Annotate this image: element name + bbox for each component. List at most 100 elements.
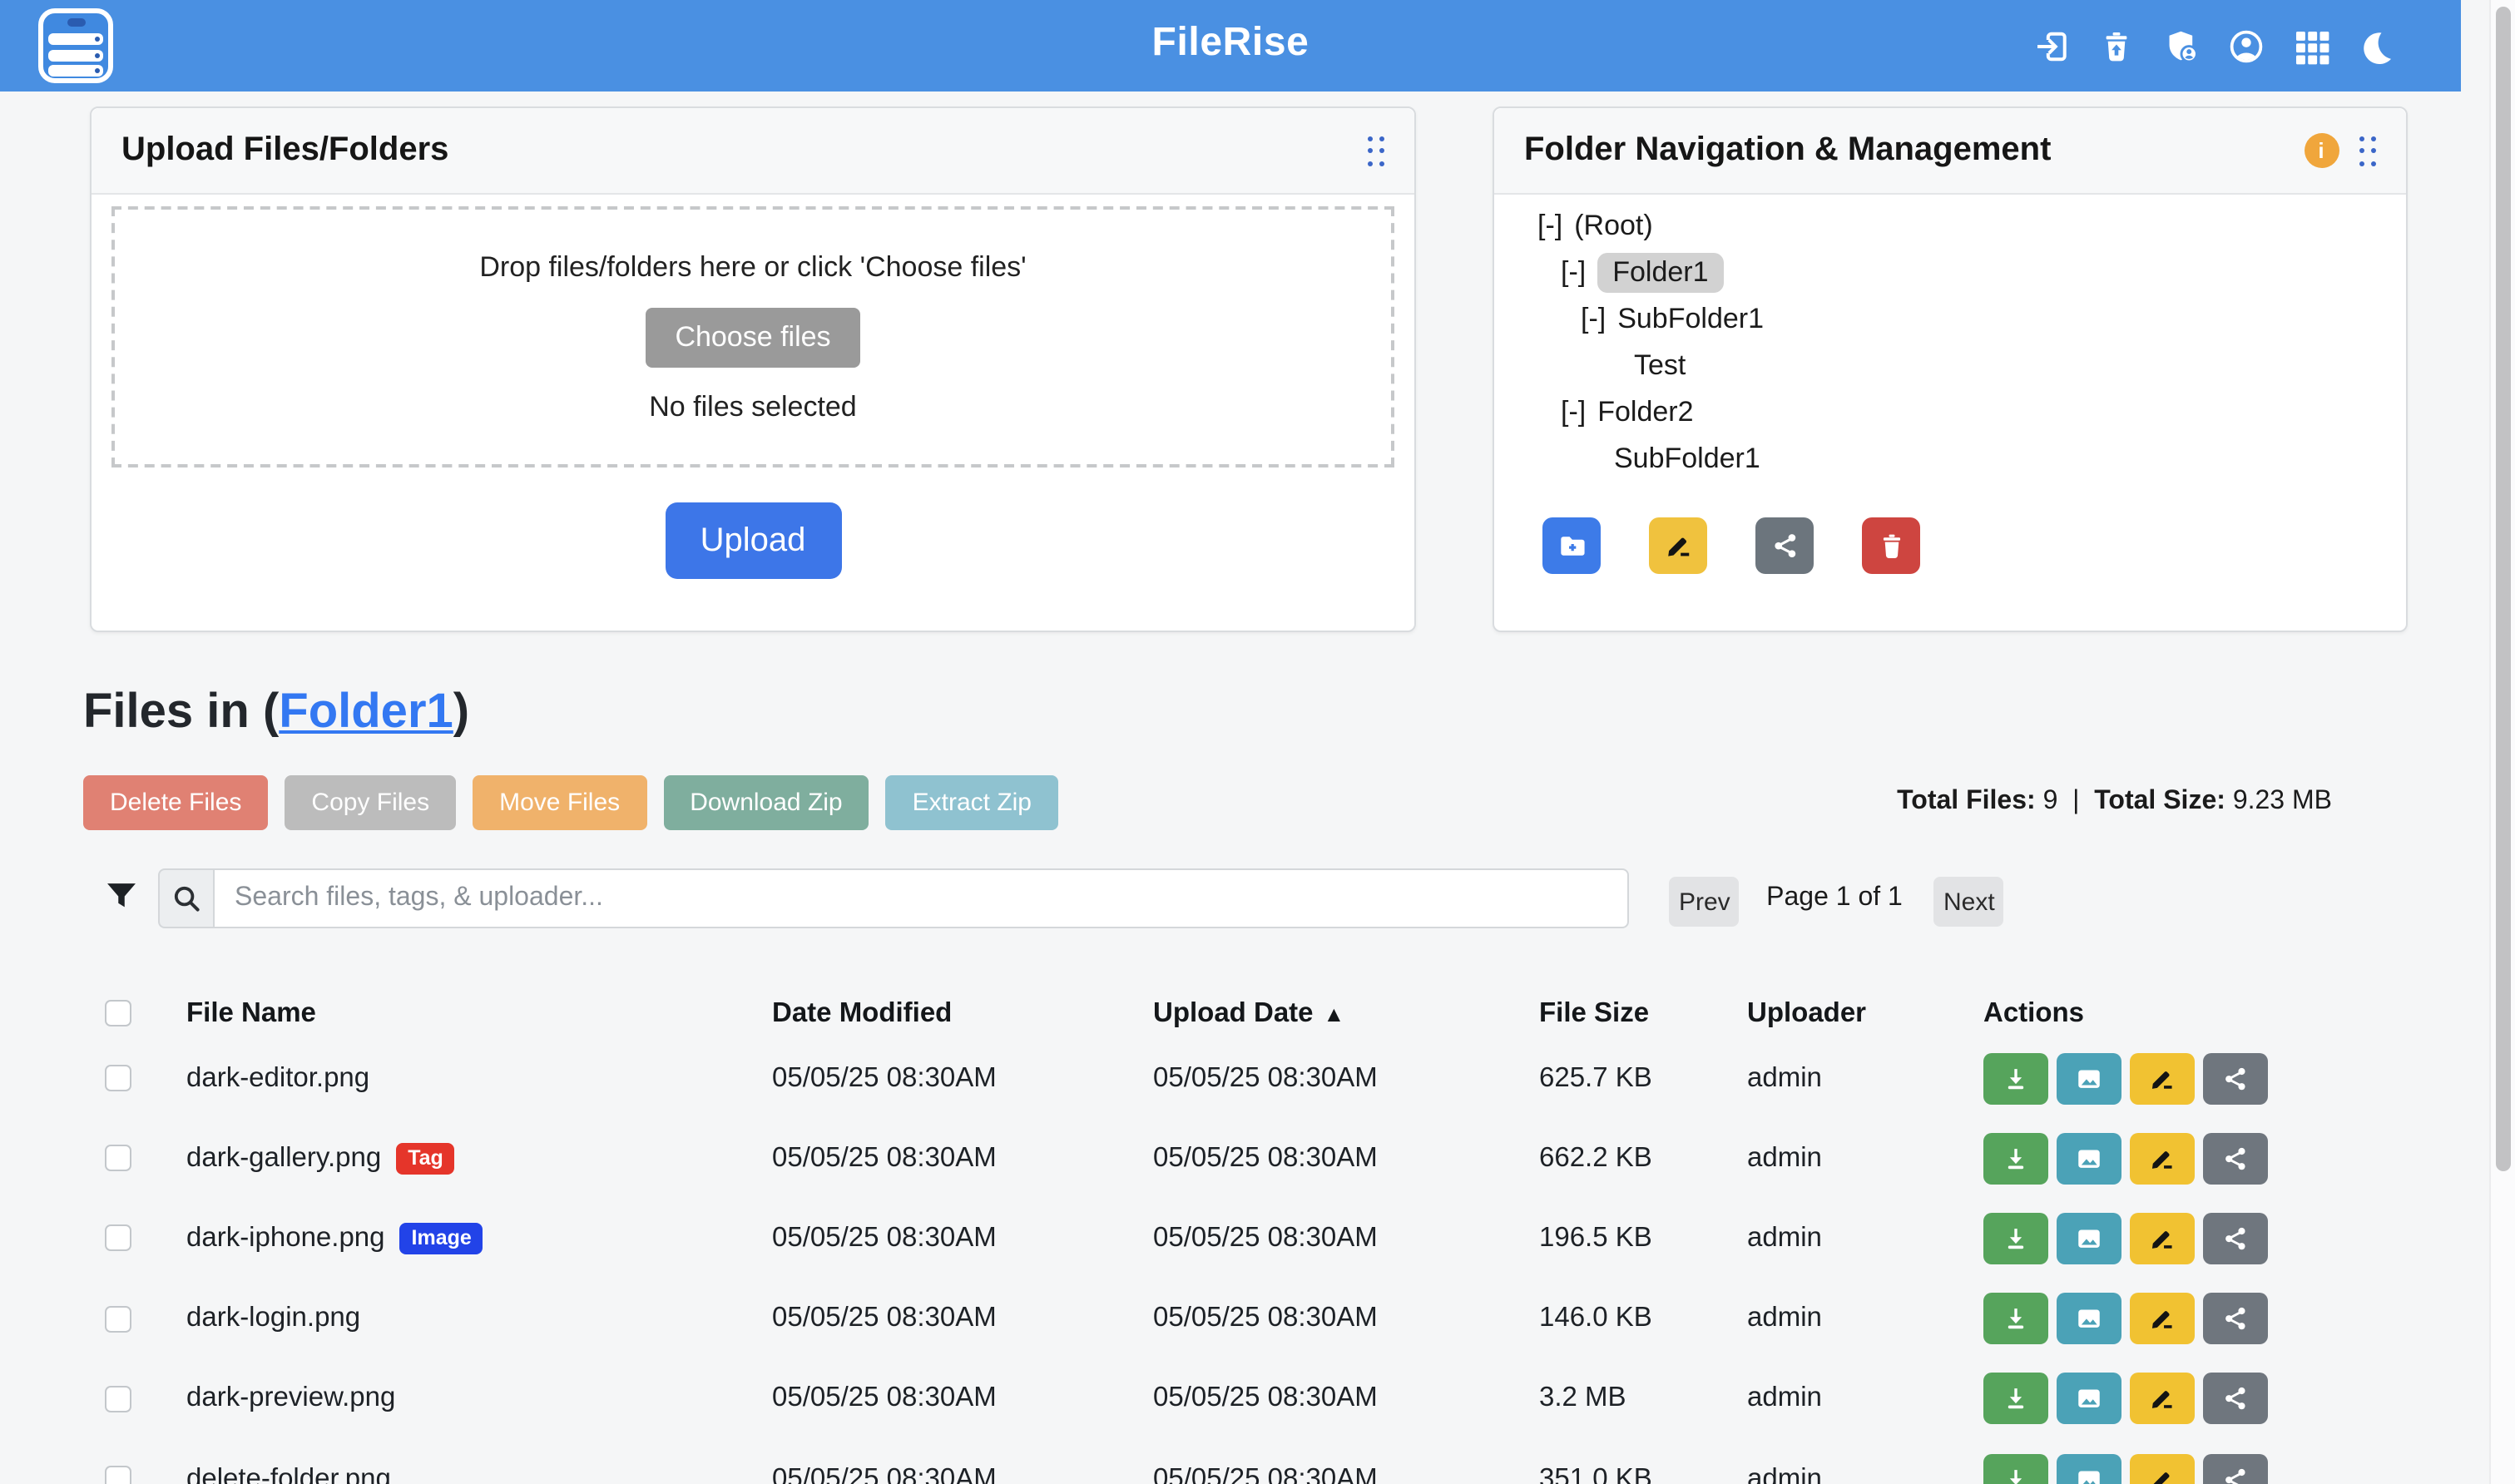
preview-image-button[interactable] — [2057, 1052, 2121, 1104]
filerise-app: FileRise Upload — [0, 0, 2515, 1484]
image-icon — [2075, 1224, 2103, 1253]
admin-shield-icon[interactable] — [2163, 27, 2200, 64]
info-icon[interactable]: i — [2304, 133, 2339, 168]
next-page-button[interactable]: Next — [1933, 877, 2003, 927]
drag-handle-icon[interactable] — [1367, 136, 1384, 166]
download-file-button[interactable] — [1983, 1453, 2048, 1484]
tree-toggle[interactable]: [-] — [1537, 210, 1562, 243]
row-checkbox[interactable] — [105, 1466, 131, 1484]
copy-files-button[interactable]: Copy Files — [285, 775, 456, 830]
share-file-button[interactable] — [2203, 1453, 2268, 1484]
file-name[interactable]: dark-gallery.png — [186, 1143, 381, 1175]
share-file-button[interactable] — [2203, 1213, 2268, 1264]
table-row: dark-editor.png 05/05/25 08:30AM 05/05/2… — [83, 1038, 2413, 1118]
delete-files-button[interactable]: Delete Files — [83, 775, 268, 830]
rename-folder-button[interactable] — [1649, 517, 1707, 574]
row-checkbox[interactable] — [105, 1065, 131, 1091]
edit-pencil-icon — [2148, 1304, 2176, 1333]
folder-actions — [1542, 517, 1920, 574]
total-files-value: 9 — [2043, 787, 2058, 815]
sort-asc-icon: ▲ — [1324, 1001, 1345, 1026]
share-file-button[interactable] — [2203, 1133, 2268, 1185]
file-name[interactable]: dark-login.png — [186, 1279, 360, 1358]
preview-image-button[interactable] — [2057, 1133, 2121, 1185]
upload-button[interactable]: Upload — [665, 502, 841, 579]
preview-image-button[interactable] — [2057, 1453, 2121, 1484]
col-file-name[interactable]: File Name — [186, 988, 316, 1038]
download-icon — [2002, 1145, 2030, 1173]
row-checkbox[interactable] — [105, 1305, 131, 1332]
tree-item-subfolder1[interactable]: [-] SubFolder1 — [1494, 296, 2406, 343]
scrollbar-thumb[interactable] — [2496, 7, 2511, 1171]
current-folder-link[interactable]: Folder1 — [279, 685, 453, 739]
image-icon — [2075, 1304, 2103, 1333]
share-file-button[interactable] — [2203, 1052, 2268, 1104]
preview-image-button[interactable] — [2057, 1213, 2121, 1264]
download-icon — [2002, 1465, 2030, 1484]
download-file-button[interactable] — [1983, 1133, 2048, 1185]
share-file-button[interactable] — [2203, 1373, 2268, 1425]
share-folder-button[interactable] — [1755, 517, 1814, 574]
file-name[interactable]: dark-iphone.png — [186, 1223, 385, 1254]
rename-file-button[interactable] — [2130, 1052, 2195, 1104]
rename-file-button[interactable] — [2130, 1293, 2195, 1344]
drag-handle-icon[interactable] — [2359, 136, 2376, 166]
choose-files-button[interactable]: Choose files — [645, 307, 860, 367]
rename-file-button[interactable] — [2130, 1373, 2195, 1425]
download-file-button[interactable] — [1983, 1293, 2048, 1344]
file-name[interactable]: dark-editor.png — [186, 1038, 369, 1118]
prev-page-button[interactable]: Prev — [1669, 877, 1739, 927]
row-checkbox[interactable] — [105, 1386, 131, 1412]
trash-restore-icon[interactable] — [2098, 27, 2135, 64]
share-file-button[interactable] — [2203, 1293, 2268, 1344]
create-folder-button[interactable] — [1542, 517, 1601, 574]
folder-tree: [-] (Root) [-] Folder1 [-] SubFolder1 Te… — [1494, 203, 2406, 482]
tree-item-subfolder1-2[interactable]: SubFolder1 — [1494, 436, 2406, 482]
download-zip-button[interactable]: Download Zip — [663, 775, 869, 830]
file-name[interactable]: delete-folder.png — [186, 1439, 391, 1484]
grid-view-icon[interactable] — [2293, 27, 2329, 64]
tree-item-folder2[interactable]: [-] Folder2 — [1494, 389, 2406, 436]
folder-card: Folder Navigation & Management i [-] (Ro… — [1493, 106, 2408, 632]
row-checkbox[interactable] — [105, 1145, 131, 1172]
row-checkbox[interactable] — [105, 1225, 131, 1252]
select-all-checkbox[interactable] — [105, 1000, 131, 1026]
user-profile-icon[interactable] — [2228, 27, 2265, 64]
download-file-button[interactable] — [1983, 1052, 2048, 1104]
topbar-icon-group — [2033, 0, 2394, 92]
filter-icon[interactable] — [103, 878, 140, 915]
tree-item-test[interactable]: Test — [1494, 343, 2406, 389]
download-file-button[interactable] — [1983, 1213, 2048, 1264]
delete-folder-button[interactable] — [1862, 517, 1920, 574]
download-icon — [2002, 1064, 2030, 1092]
scrollbar-track[interactable] — [2489, 0, 2515, 1484]
col-uploader[interactable]: Uploader — [1747, 988, 1866, 1038]
rename-file-button[interactable] — [2130, 1133, 2195, 1185]
col-upload-date[interactable]: Upload Date▲ — [1153, 988, 1344, 1038]
sign-in-icon[interactable] — [2033, 27, 2070, 64]
preview-image-button[interactable] — [2057, 1293, 2121, 1344]
dark-mode-icon[interactable] — [2358, 27, 2394, 64]
edit-pencil-icon — [2148, 1224, 2176, 1253]
tree-toggle[interactable]: [-] — [1581, 303, 1606, 336]
col-file-size[interactable]: File Size — [1539, 988, 1649, 1038]
table-row: dark-iphone.pngImage 05/05/25 08:30AM 05… — [83, 1199, 2413, 1279]
rename-file-button[interactable] — [2130, 1213, 2195, 1264]
col-date-modified[interactable]: Date Modified — [772, 988, 952, 1038]
selected-folder[interactable]: Folder1 — [1597, 253, 1723, 293]
search-input[interactable] — [213, 868, 1629, 928]
search-button[interactable] — [158, 868, 213, 928]
tree-toggle[interactable]: [-] — [1561, 396, 1586, 429]
tree-item-folder1[interactable]: [-] Folder1 — [1494, 250, 2406, 296]
preview-image-button[interactable] — [2057, 1373, 2121, 1425]
tree-toggle[interactable]: [-] — [1561, 256, 1586, 289]
upload-dropzone[interactable]: Drop files/folders here or click 'Choose… — [111, 206, 1394, 467]
download-file-button[interactable] — [1983, 1373, 2048, 1425]
extract-zip-button[interactable]: Extract Zip — [886, 775, 1058, 830]
dropzone-text: Drop files/folders here or click 'Choose… — [479, 250, 1026, 284]
move-files-button[interactable]: Move Files — [473, 775, 646, 830]
edit-pencil-icon — [2148, 1465, 2176, 1484]
file-name[interactable]: dark-preview.png — [186, 1359, 395, 1439]
rename-file-button[interactable] — [2130, 1453, 2195, 1484]
tree-item-root[interactable]: [-] (Root) — [1494, 203, 2406, 250]
